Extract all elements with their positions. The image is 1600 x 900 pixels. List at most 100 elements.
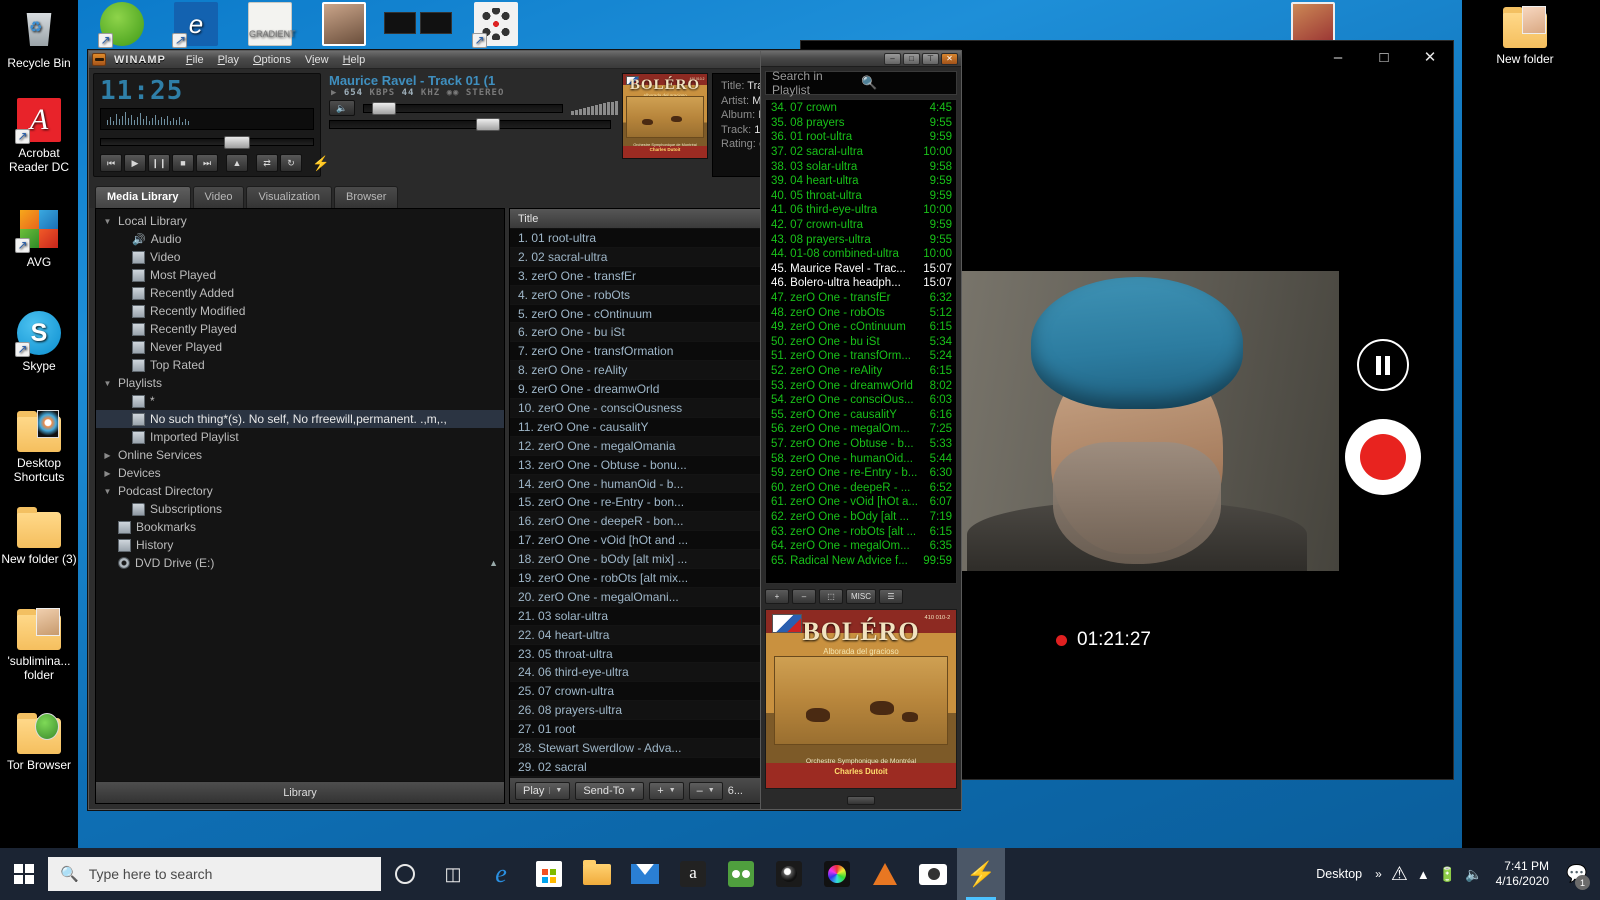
- stop-button[interactable]: [1345, 419, 1421, 495]
- vlc-icon[interactable]: [861, 848, 909, 900]
- balance-knob[interactable]: [475, 118, 500, 131]
- list-item[interactable]: 40. 05 throat-ultra 9:59: [766, 189, 956, 204]
- notification-center-button[interactable]: 💬 1: [1562, 848, 1592, 900]
- tree-item-dvd-drive-e[interactable]: DVD Drive (E:) ▲: [96, 554, 504, 572]
- tab-media-library[interactable]: Media Library: [95, 186, 191, 208]
- desktop-icon-skype[interactable]: S ↗ Skype: [1, 311, 77, 373]
- previous-icon[interactable]: ⏮: [100, 154, 122, 172]
- tray-overflow-icon[interactable]: »: [1375, 867, 1382, 881]
- tree-item-recently-played[interactable]: Recently Played: [96, 320, 504, 338]
- list-item[interactable]: 50. zerO One - bu iSt 5:34: [766, 335, 956, 350]
- menu-play[interactable]: Play: [218, 54, 239, 66]
- volume-slider[interactable]: [363, 101, 563, 115]
- tree-item-subscriptions[interactable]: Subscriptions: [96, 500, 504, 518]
- desktop-icon-photo[interactable]: [306, 2, 382, 50]
- volume-knob[interactable]: [371, 101, 396, 115]
- playlist-misc-button[interactable]: MISC: [846, 589, 876, 604]
- tree-item-audio[interactable]: 🔊 Audio: [96, 230, 504, 248]
- desktop-icon-gradient-doc[interactable]: GRADIENT: [232, 2, 308, 50]
- list-item[interactable]: 58. zerO One - humanOid... 5:44: [766, 451, 956, 466]
- mail-icon[interactable]: [621, 848, 669, 900]
- pause-icon[interactable]: ❙❙: [148, 154, 170, 172]
- tree-item-[interactable]: *: [96, 392, 504, 410]
- list-item[interactable]: 62. zerO One - bOdy [alt ... 7:19: [766, 510, 956, 525]
- list-item[interactable]: 54. zerO One - consciOus... 6:03: [766, 393, 956, 408]
- add-button[interactable]: + ▼: [649, 781, 684, 800]
- menu-view[interactable]: View: [305, 54, 329, 66]
- list-item[interactable]: 55. zerO One - causalitY 6:16: [766, 407, 956, 422]
- colorwheel-icon[interactable]: [813, 848, 861, 900]
- avg-tray-icon[interactable]: ⚠: [1391, 863, 1408, 886]
- playlist-list-button[interactable]: ☰: [879, 589, 903, 604]
- eject-icon[interactable]: ▲: [489, 558, 504, 568]
- list-item[interactable]: 60. zerO One - deepeR - ... 6:52: [766, 480, 956, 495]
- maximize-icon[interactable]: □: [903, 52, 920, 65]
- tripadvisor-icon[interactable]: [717, 848, 765, 900]
- desktop-icon-utorrent[interactable]: ↗: [84, 2, 160, 50]
- playlist-search-input[interactable]: Search in Playlist: [772, 69, 861, 97]
- volume-icon[interactable]: 🔈: [1465, 866, 1482, 883]
- shuffle-icon[interactable]: ⇄: [256, 154, 278, 172]
- taskbar-search[interactable]: 🔍 Type here to search: [48, 857, 381, 891]
- tree-item-podcast-directory[interactable]: ▼ Podcast Directory: [96, 482, 504, 500]
- tab-video[interactable]: Video: [192, 186, 245, 208]
- camera-app-icon[interactable]: [765, 848, 813, 900]
- file-explorer-icon[interactable]: [573, 848, 621, 900]
- tree-item-top-rated[interactable]: Top Rated: [96, 356, 504, 374]
- twisty-open-icon[interactable]: ▼: [102, 217, 113, 226]
- menu-options[interactable]: Options: [253, 54, 291, 66]
- playlist-select-button[interactable]: ⬚: [819, 589, 843, 604]
- pause-button[interactable]: [1357, 339, 1409, 391]
- seek-knob[interactable]: [223, 136, 250, 149]
- desktop-icon-acrobat[interactable]: A ↗ Acrobat Reader DC: [1, 98, 77, 174]
- list-item[interactable]: 63. zerO One - robOts [alt ... 6:15: [766, 524, 956, 539]
- list-item[interactable]: 65. Radical New Advice f... 99:59: [766, 553, 956, 568]
- battery-icon[interactable]: 🔋: [1439, 866, 1456, 883]
- list-item[interactable]: 42. 07 crown-ultra 9:59: [766, 218, 956, 233]
- camera-icon[interactable]: [909, 848, 957, 900]
- desktop-icon-tor-browser[interactable]: Tor Browser: [1, 713, 77, 772]
- chevron-down-icon[interactable]: ▼: [549, 787, 562, 794]
- desktop-icon-recycle-bin[interactable]: ♻ Recycle Bin: [1, 8, 77, 70]
- winamp-icon[interactable]: ⚡: [957, 848, 1005, 900]
- library-footer-button[interactable]: Library: [96, 781, 504, 803]
- tab-visualization[interactable]: Visualization: [246, 186, 333, 208]
- desktop-icon-new-folder[interactable]: New folder: [1487, 6, 1563, 66]
- desktop-icon-subliminal-folder[interactable]: 'sublimina... folder: [1, 608, 77, 682]
- minimize-icon[interactable]: –: [884, 52, 901, 65]
- playlist-resize-grip[interactable]: [765, 793, 957, 807]
- microsoft-store-icon[interactable]: [525, 848, 573, 900]
- seek-slider[interactable]: [100, 136, 314, 149]
- list-item[interactable]: 49. zerO One - cOntinuum 6:15: [766, 320, 956, 335]
- remove-button[interactable]: – ▼: [688, 781, 723, 800]
- playlist-add-button[interactable]: +: [765, 589, 789, 604]
- eject-icon[interactable]: ▲: [226, 154, 248, 172]
- taskbar-clock[interactable]: 7:41 PM 4/16/2020: [1492, 859, 1553, 889]
- list-item[interactable]: 47. zerO One - transfEr 6:32: [766, 291, 956, 306]
- search-icon[interactable]: 🔍: [861, 75, 950, 91]
- tree-item-local-library[interactable]: ▼ Local Library: [96, 212, 504, 230]
- tree-item-most-played[interactable]: Most Played: [96, 266, 504, 284]
- send-to-button[interactable]: Send-To ▼: [575, 781, 645, 800]
- chevron-down-icon[interactable]: ▼: [629, 787, 636, 794]
- desktop-icon-desktop-shortcuts[interactable]: Desktop Shortcuts: [1, 410, 77, 484]
- twisty-closed-icon[interactable]: ▶: [102, 451, 113, 460]
- list-item[interactable]: 43. 08 prayers-ultra 9:55: [766, 232, 956, 247]
- list-item[interactable]: 35. 08 prayers 9:55: [766, 116, 956, 131]
- winamp-bolt-icon[interactable]: ⚡: [310, 154, 332, 172]
- list-item[interactable]: 48. zerO One - robOts 5:12: [766, 305, 956, 320]
- list-item[interactable]: 53. zerO One - dreamwOrld 8:02: [766, 378, 956, 393]
- list-item[interactable]: 45. Maurice Ravel - Trac... 15:07: [766, 262, 956, 277]
- tree-item-bookmarks[interactable]: Bookmarks: [96, 518, 504, 536]
- tree-item-no-such-thing-s-no-self-no-rfreewill-permanent-m[interactable]: No such thing*(s). No self, No rfreewill…: [96, 410, 504, 428]
- chevron-down-icon[interactable]: ▼: [669, 787, 676, 794]
- play-icon[interactable]: ▶: [124, 154, 146, 172]
- amazon-icon[interactable]: a: [669, 848, 717, 900]
- desktop-icon-avg[interactable]: ↗ AVG: [1, 207, 77, 269]
- list-item[interactable]: 41. 06 third-eye-ultra 10:00: [766, 203, 956, 218]
- list-item[interactable]: 56. zerO One - megalOm... 7:25: [766, 422, 956, 437]
- list-item[interactable]: 36. 01 root-ultra 9:59: [766, 130, 956, 145]
- list-item[interactable]: 37. 02 sacral-ultra 10:00: [766, 145, 956, 160]
- next-icon[interactable]: ⏭: [196, 154, 218, 172]
- tree-item-devices[interactable]: ▶ Devices: [96, 464, 504, 482]
